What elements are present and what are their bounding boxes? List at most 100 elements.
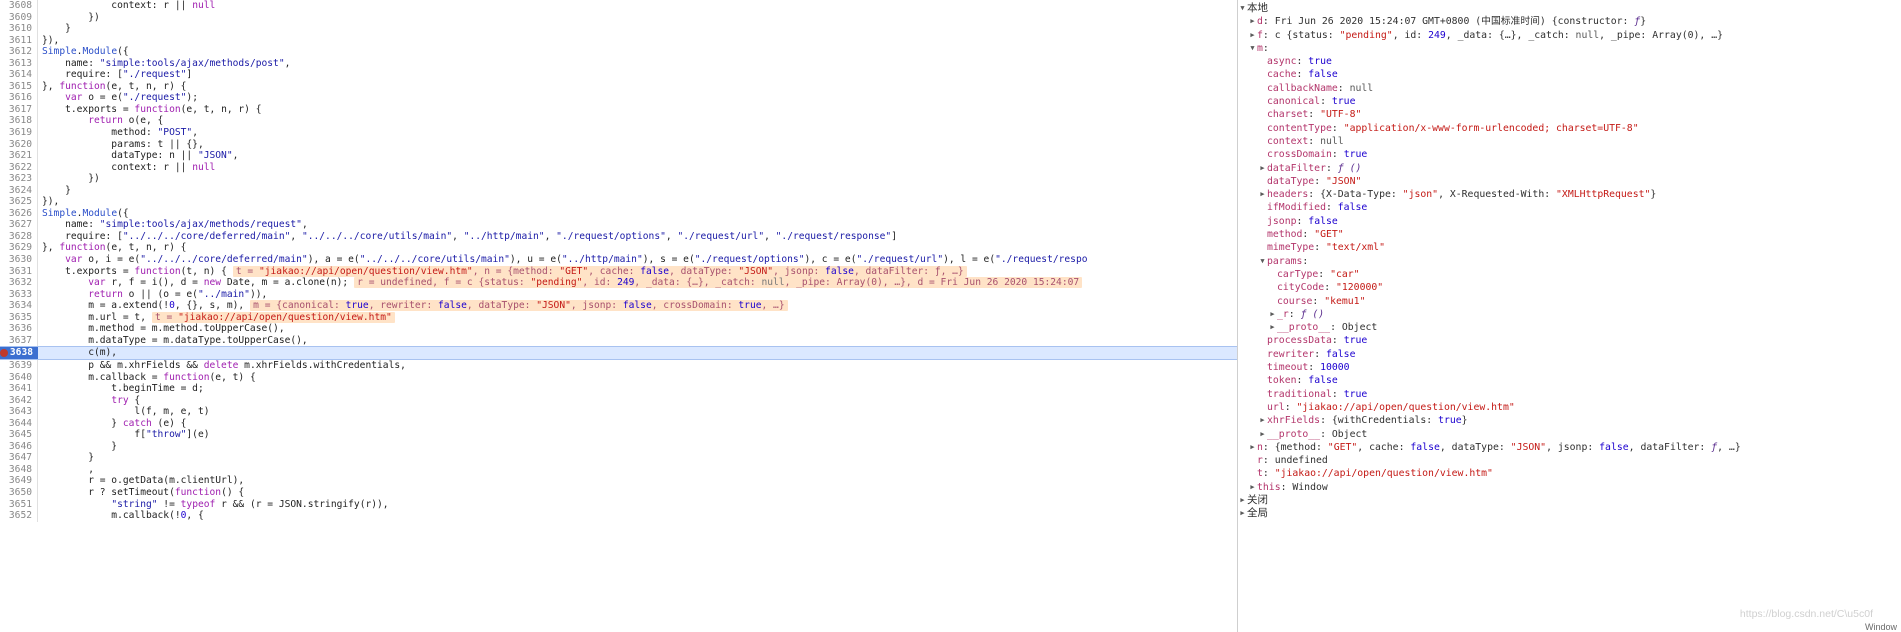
line-number[interactable]: 3630	[0, 254, 38, 266]
chevron-right-icon[interactable]: ▶	[1248, 15, 1257, 28]
code-line[interactable]: 3621 dataType: n || "JSON",	[0, 150, 1237, 162]
inline-value-preview[interactable]: r = undefined, f = c {status: "pending",…	[354, 277, 1083, 289]
scope-row[interactable]: ▶ __proto__: Object	[1238, 321, 1901, 334]
scope-row[interactable]: ▶mimeType: "text/xml"	[1238, 241, 1901, 254]
code-line[interactable]: 3644 } catch (e) {	[0, 417, 1237, 430]
code-line[interactable]: 3638 c(m),	[0, 346, 1237, 360]
code-line[interactable]: 3637 m.dataType = m.dataType.toUpperCase…	[0, 334, 1237, 347]
chevron-right-icon[interactable]: ▶	[1238, 494, 1247, 507]
line-number[interactable]: 3620	[0, 138, 38, 151]
code-line[interactable]: 3612 Simple.Module({	[0, 46, 1237, 58]
code-line[interactable]: 3619 method: "POST",	[0, 127, 1237, 139]
code-line[interactable]: 3620 params: t || {},	[0, 138, 1237, 151]
code-line[interactable]: 3611}),	[0, 34, 1237, 47]
code-line[interactable]: 3640 m.callback = function(e, t) {	[0, 371, 1237, 384]
scope-row[interactable]: ▶carType: "car"	[1238, 268, 1901, 281]
scope-row[interactable]: ▶processData: true	[1238, 334, 1901, 347]
line-number[interactable]: 3629	[0, 242, 38, 255]
code-line[interactable]: 3641 t.beginTime = d;	[0, 383, 1237, 395]
chevron-down-icon[interactable]: ▼	[1238, 2, 1247, 15]
line-number[interactable]: 3626	[0, 207, 38, 220]
line-number[interactable]: 3627	[0, 219, 38, 231]
scope-row[interactable]: ▶ dataFilter: ƒ ()	[1238, 162, 1901, 175]
chevron-right-icon[interactable]: ▶	[1258, 188, 1267, 201]
chevron-right-icon[interactable]: ▶	[1248, 481, 1257, 494]
line-number[interactable]: 3628	[0, 230, 38, 243]
code-line[interactable]: 3647 }	[0, 452, 1237, 464]
code-line[interactable]: 3609 })	[0, 11, 1237, 24]
line-number[interactable]: 3650	[0, 486, 38, 499]
chevron-down-icon[interactable]: ▼	[1248, 42, 1257, 55]
scope-variables-panel[interactable]: ▼ 本地 ▶ d: Fri Jun 26 2020 15:24:07 GMT+0800…	[1237, 0, 1901, 632]
scope-row[interactable]: ▶ headers: {X-Data-Type: "json", X-Reques…	[1238, 188, 1901, 201]
code-line[interactable]: 3629}, function(e, t, n, r) {	[0, 242, 1237, 255]
line-number[interactable]: 3609	[0, 11, 38, 24]
code-line[interactable]: 3631 t.exports = function(t, n) {t = "ji…	[0, 265, 1237, 278]
code-line[interactable]: 3630 var o, i = e("../../../core/deferre…	[0, 254, 1237, 266]
inline-value-preview[interactable]: m = {canonical: true, rewriter: false, d…	[250, 300, 788, 312]
code-line[interactable]: 3632 var r, f = i(), d = new Date, m = a…	[0, 277, 1237, 289]
scope-row[interactable]: ▶contentType: "application/x-www-form-ur…	[1238, 122, 1901, 135]
line-number[interactable]: 3646	[0, 440, 38, 453]
code-line[interactable]: 3622 context: r || null	[0, 161, 1237, 174]
breakpoint-icon[interactable]	[0, 348, 8, 357]
scope-row[interactable]: ▶async: true	[1238, 55, 1901, 68]
code-line[interactable]: 3618 return o(e, {	[0, 115, 1237, 128]
line-number[interactable]: 3616	[0, 92, 38, 104]
code-line[interactable]: 3648 ,	[0, 463, 1237, 476]
scope-row[interactable]: ▶r: undefined	[1238, 454, 1901, 467]
line-number[interactable]: 3634	[0, 300, 38, 312]
chevron-right-icon[interactable]: ▶	[1268, 321, 1277, 334]
code-line[interactable]: 3650 r ? setTimeout(function() {	[0, 486, 1237, 499]
scope-row[interactable]: ▼ 本地	[1238, 2, 1901, 15]
chevron-right-icon[interactable]: ▶	[1248, 441, 1257, 454]
line-number[interactable]: 3645	[0, 429, 38, 441]
code-line[interactable]: 3625}),	[0, 196, 1237, 208]
scope-row[interactable]: ▶cache: false	[1238, 68, 1901, 81]
scope-row[interactable]: ▶charset: "UTF-8"	[1238, 108, 1901, 121]
code-line[interactable]: 3628 require: ["../../../core/deferred/m…	[0, 230, 1237, 243]
scope-row[interactable]: ▶ 关闭	[1238, 494, 1901, 507]
scope-row[interactable]: ▼ m:	[1238, 42, 1901, 55]
scope-row-list[interactable]: ▼ 本地 ▶ d: Fri Jun 26 2020 15:24:07 GMT+0800…	[1238, 2, 1901, 521]
code-line[interactable]: 3627 name: "simple:tools/ajax/methods/re…	[0, 219, 1237, 231]
scope-row[interactable]: ▶traditional: true	[1238, 388, 1901, 401]
line-number[interactable]: 3639	[0, 359, 38, 372]
scope-row[interactable]: ▶ d: Fri Jun 26 2020 15:24:07 GMT+0800 (中…	[1238, 15, 1901, 28]
scope-row[interactable]: ▶context: null	[1238, 135, 1901, 148]
line-number[interactable]: 3644	[0, 417, 38, 430]
scope-row[interactable]: ▶jsonp: false	[1238, 215, 1901, 228]
scope-row[interactable]: ▶t: "jiakao://api/open/question/view.htm…	[1238, 467, 1901, 480]
line-number[interactable]: 3608	[0, 0, 38, 12]
line-number[interactable]: 3632	[0, 277, 38, 289]
code-line[interactable]: 3635 m.url = t, t = "jiakao://api/open/qu…	[0, 311, 1237, 324]
scope-row[interactable]: ▶canonical: true	[1238, 95, 1901, 108]
source-code-panel[interactable]: 3608 context: r || null 3609 }) 3610 } 3611…	[0, 0, 1237, 632]
scope-row[interactable]: ▶dataType: "JSON"	[1238, 175, 1901, 188]
scope-row[interactable]: ▶course: "kemu1"	[1238, 295, 1901, 308]
line-number[interactable]: 3648	[0, 463, 38, 476]
scope-row[interactable]: ▶callbackName: null	[1238, 82, 1901, 95]
line-number[interactable]: 3633	[0, 288, 38, 301]
scope-row[interactable]: ▶cityCode: "120000"	[1238, 281, 1901, 294]
line-number[interactable]: 3611	[0, 34, 38, 47]
code-line[interactable]: 3646 }	[0, 440, 1237, 453]
scope-row[interactable]: ▶ 全局	[1238, 507, 1901, 520]
line-number[interactable]: 3643	[0, 406, 38, 418]
code-line[interactable]: 3613 name: "simple:tools/ajax/methods/po…	[0, 57, 1237, 70]
scope-row[interactable]: ▶ xhrFields: {withCredentials: true}	[1238, 414, 1901, 427]
line-number[interactable]: 3610	[0, 23, 38, 35]
line-number[interactable]: 3618	[0, 115, 38, 128]
code-line[interactable]: 3642 try {	[0, 394, 1237, 407]
code-line[interactable]: 3624 }	[0, 184, 1237, 197]
line-number[interactable]: 3614	[0, 69, 38, 81]
line-number[interactable]: 3624	[0, 184, 38, 197]
line-number[interactable]: 3615	[0, 80, 38, 93]
scope-row[interactable]: ▶rewriter: false	[1238, 348, 1901, 361]
scope-row[interactable]: ▶ __proto__: Object	[1238, 428, 1901, 441]
code-line[interactable]: 3614 require: ["./request"]	[0, 69, 1237, 81]
chevron-right-icon[interactable]: ▶	[1258, 428, 1267, 441]
code-line[interactable]: 3634 m = a.extend(!0, {}, s, m), m = {can…	[0, 300, 1237, 312]
scope-row[interactable]: ▶ this: Window	[1238, 481, 1901, 494]
scope-row[interactable]: ▶timeout: 10000	[1238, 361, 1901, 374]
